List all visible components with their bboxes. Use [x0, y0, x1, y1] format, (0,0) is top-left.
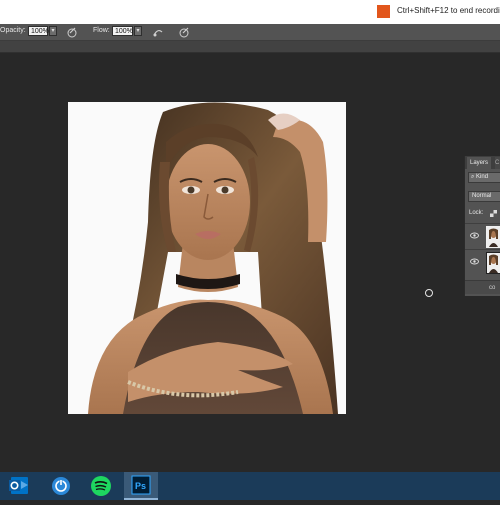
pressure-opacity-icon[interactable] — [66, 26, 78, 38]
search-icon: ⌕ — [471, 174, 475, 180]
tab-channels[interactable]: C — [495, 157, 500, 169]
layer-thumbnail — [486, 226, 500, 248]
layer-row[interactable] — [465, 223, 500, 249]
taskbar-spotify[interactable] — [84, 472, 118, 500]
document-tab-bar — [0, 41, 500, 53]
taskbar-photoshop[interactable]: Ps — [124, 472, 158, 500]
brush-cursor — [425, 289, 433, 297]
portrait-photo — [68, 102, 346, 414]
tab-layers[interactable]: Layers — [467, 157, 492, 169]
airbrush-icon[interactable] — [152, 26, 164, 38]
eye-icon[interactable] — [470, 232, 479, 239]
taskbar-power-app[interactable] — [44, 472, 78, 500]
document-canvas[interactable] — [68, 102, 346, 414]
outlook-icon — [9, 477, 28, 494]
tool-options-bar: Opacity: 100% ▾ Flow: 100% ▾ — [0, 24, 500, 41]
opacity-field[interactable]: 100% — [28, 26, 49, 36]
opacity-label: Opacity: — [0, 27, 26, 34]
layer-row[interactable] — [465, 249, 500, 275]
panel-tab-strip: Layers C — [465, 156, 500, 169]
layers-panel-footer[interactable]: co — [465, 280, 500, 294]
flow-field[interactable]: 100% — [112, 26, 133, 36]
recording-banner: Ctrl+Shift+F12 to end recording — [0, 0, 500, 25]
spotify-icon — [91, 476, 111, 496]
pressure-size-icon[interactable] — [178, 26, 190, 38]
layers-panel: Layers C ⌕ Kind Normal Lock: co — [464, 156, 500, 296]
flow-label: Flow: — [93, 27, 110, 34]
lock-label: Lock: — [469, 210, 484, 216]
eye-icon[interactable] — [470, 258, 479, 265]
svg-text:Ps: Ps — [135, 481, 146, 491]
opacity-dropdown-arrow[interactable]: ▾ — [49, 26, 57, 36]
power-icon — [52, 477, 70, 495]
windows-taskbar: Ps — [0, 472, 500, 500]
lock-transparent-pixels-icon[interactable] — [490, 210, 497, 217]
blend-mode-select[interactable]: Normal — [468, 191, 500, 202]
taskbar-outlook[interactable] — [2, 472, 36, 500]
photoshop-icon: Ps — [131, 475, 151, 495]
layer-kind-filter[interactable]: ⌕ Kind — [468, 172, 500, 183]
layer-thumbnail — [486, 252, 500, 274]
recording-hint-text: Ctrl+Shift+F12 to end recording — [397, 6, 500, 15]
kind-filter-label: Kind — [476, 174, 489, 180]
flow-dropdown-arrow[interactable]: ▾ — [134, 26, 142, 36]
record-stop-icon[interactable] — [377, 5, 390, 18]
